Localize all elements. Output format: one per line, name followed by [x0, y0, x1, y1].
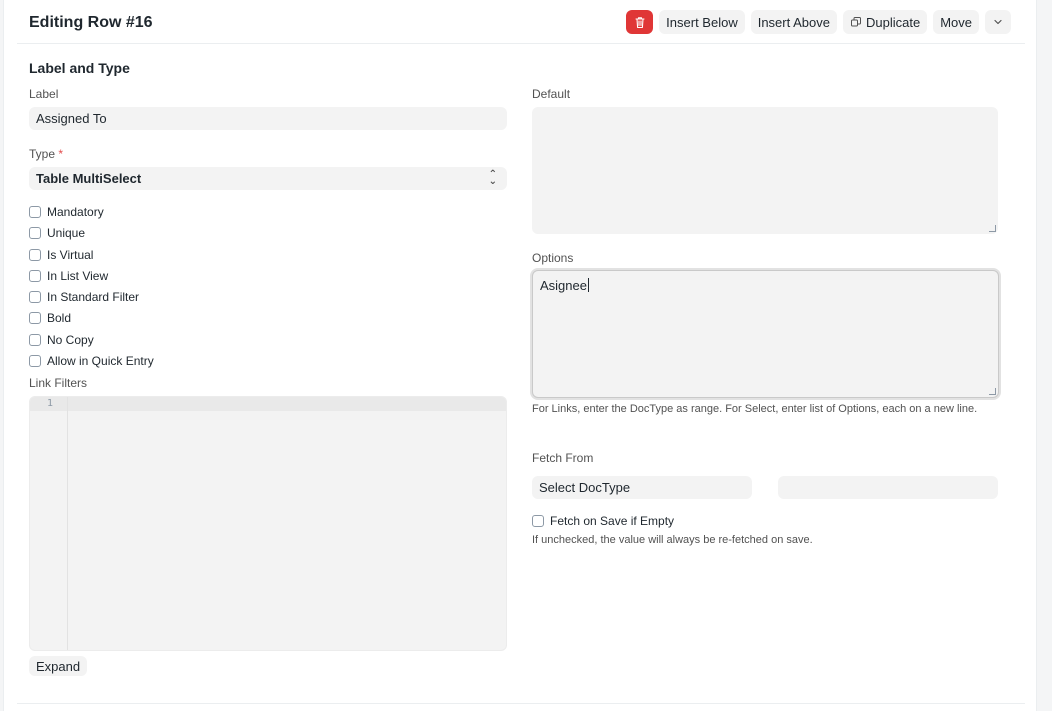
duplicate-label: Duplicate	[866, 14, 921, 30]
chevron-down-icon	[994, 19, 1002, 25]
options-value: Asignee	[540, 278, 587, 293]
checkbox-label: Bold	[47, 311, 72, 325]
editor-header: Editing Row #16 Insert Below Insert Abov…	[17, 0, 1025, 44]
line-number: 1	[47, 398, 54, 409]
page-title: Editing Row #16	[29, 14, 153, 31]
row-actions: Insert Below Insert Above Duplicate Move	[626, 10, 1011, 34]
label-field-label: Label	[29, 87, 59, 101]
type-select-value: Table MultiSelect	[36, 171, 142, 186]
label-input-value: Assigned To	[36, 111, 107, 126]
more-actions-button[interactable]	[985, 10, 1011, 34]
checkbox-label: Mandatory	[47, 205, 104, 219]
checkbox-box[interactable]	[532, 515, 544, 527]
row-editor-panel: Editing Row #16 Insert Below Insert Abov…	[3, 0, 1037, 711]
duplicate-button[interactable]: Duplicate	[843, 10, 928, 34]
type-label-text: Type	[29, 147, 56, 161]
resize-handle[interactable]	[989, 388, 996, 395]
trash-icon	[635, 16, 645, 28]
checkbox-box[interactable]	[29, 206, 41, 218]
checkbox-allow-in-quick-entry[interactable]: Allow in Quick Entry	[29, 354, 154, 368]
insert-below-button[interactable]: Insert Below	[659, 10, 745, 34]
checkbox-box[interactable]	[29, 355, 41, 367]
checkbox-in-list-view[interactable]: In List View	[29, 269, 108, 283]
expand-button[interactable]: Expand	[29, 656, 88, 676]
options-textarea[interactable]: Asignee	[532, 270, 999, 398]
move-button[interactable]: Move	[933, 10, 979, 34]
checkbox-label: Unique	[47, 226, 86, 240]
checkbox-label: Fetch on Save if Empty	[550, 514, 675, 528]
editor-gutter	[30, 397, 68, 650]
checkbox-label: In List View	[47, 269, 109, 283]
default-field-label: Default	[532, 87, 571, 101]
checkbox-box[interactable]	[29, 291, 41, 303]
fetch-if-empty-help: If unchecked, the value will always be r…	[532, 534, 813, 546]
checkbox-box[interactable]	[29, 249, 41, 261]
checkbox-label: No Copy	[47, 333, 94, 347]
insert-above-button[interactable]: Insert Above	[750, 10, 837, 34]
default-textarea[interactable]	[532, 107, 998, 234]
fetch-from-field-select[interactable]	[778, 476, 998, 499]
checkbox-label: In Standard Filter	[47, 290, 140, 304]
link-filters-code-editor[interactable]: 1	[29, 396, 507, 651]
checkbox-label: Is Virtual	[47, 248, 94, 262]
checkbox-mandatory[interactable]: Mandatory	[29, 205, 104, 219]
resize-handle[interactable]	[989, 225, 996, 232]
checkbox-bold[interactable]: Bold	[29, 311, 71, 325]
checkbox-in-standard-filter[interactable]: In Standard Filter	[29, 290, 139, 304]
checkbox-fetch-if-empty[interactable]: Fetch on Save if Empty	[532, 514, 674, 528]
options-field-label: Options	[532, 251, 574, 265]
text-caret	[587, 278, 589, 292]
divider	[17, 703, 1025, 704]
checkbox-box[interactable]	[29, 270, 41, 282]
checkbox-box[interactable]	[29, 312, 41, 324]
fetch-from-doctype-select[interactable]: Select DocType	[532, 476, 752, 499]
type-field-label: Type *	[29, 147, 63, 161]
checkbox-unique[interactable]: Unique	[29, 226, 85, 240]
options-help-text: For Links, enter the DocType as range. F…	[532, 403, 978, 415]
label-input[interactable]: Assigned To	[29, 107, 507, 130]
checkbox-box[interactable]	[29, 227, 41, 239]
doctype-placeholder: Select DocType	[539, 480, 631, 495]
active-line-highlight	[30, 397, 506, 411]
link-filters-label: Link Filters	[29, 376, 88, 390]
delete-row-button[interactable]	[626, 10, 654, 34]
checkbox-is-virtual[interactable]: Is Virtual	[29, 248, 93, 262]
fetch-from-label: Fetch From	[532, 451, 594, 465]
checkbox-box[interactable]	[29, 334, 41, 346]
required-mark: *	[58, 147, 64, 161]
checkbox-no-copy[interactable]: No Copy	[29, 333, 94, 347]
section-title: Label and Type	[29, 60, 130, 76]
select-arrows-icon: ⌃ ⌄	[488, 169, 497, 187]
checkbox-label: Allow in Quick Entry	[47, 354, 154, 368]
type-select[interactable]: Table MultiSelect ⌃ ⌄	[29, 167, 507, 190]
copy-icon	[851, 17, 861, 27]
